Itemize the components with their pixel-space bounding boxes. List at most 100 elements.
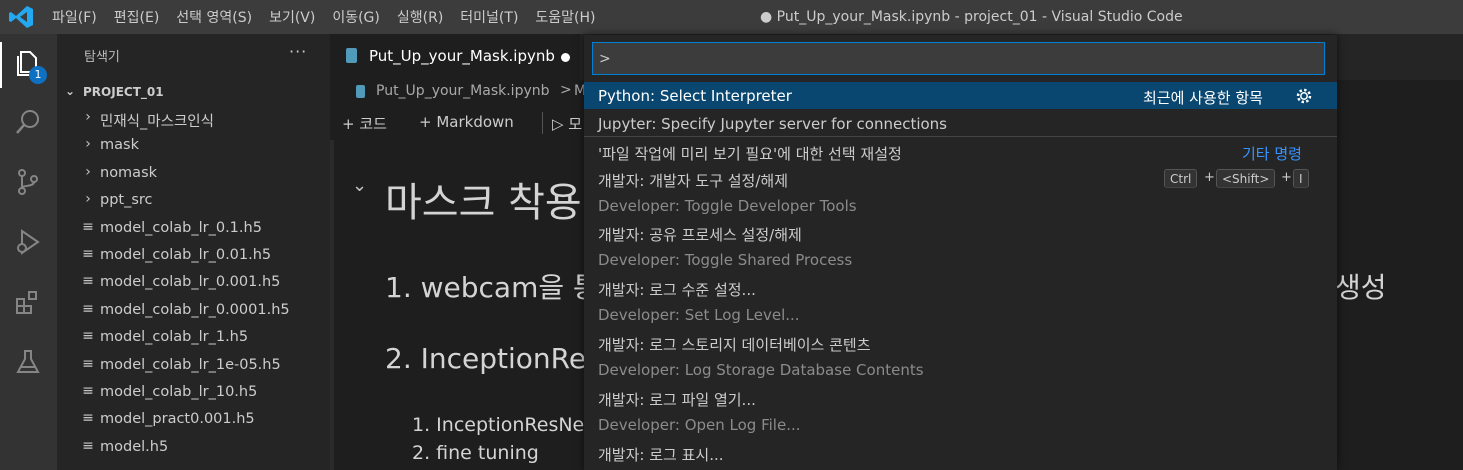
command-item[interactable]: Python: Select Interpreter 최근에 사용한 항목 [584,82,1337,109]
explorer-sidebar: 탐색기 ··· ⌄ PROJECT_01 › 민재식_마스크인식 › mask › nom… [57,34,330,470]
gear-icon[interactable] [1294,86,1314,106]
tree-folder[interactable]: › mask [57,133,330,159]
project-section-header[interactable]: ⌄ PROJECT_01 [57,82,330,104]
markdown-heading-2a: 1. webcam을 통 [385,271,599,304]
menu-selection[interactable]: 선택 영역(S) [176,7,252,27]
command-group-divider [584,136,1337,137]
tree-file[interactable]: ≡ model_colab_lr_0.1.h5 [57,216,330,242]
window-title: ● Put_Up_your_Mask.ipynb - project_01 - … [760,9,1183,25]
notebook-file-icon [356,85,365,98]
markdown-heading-2a-tail: 생성 [1335,271,1387,304]
file-lines-icon: ≡ [82,273,94,290]
tree-item-label: nomask [100,164,158,181]
menu-edit[interactable]: 편집(E) [114,7,160,27]
file-lines-icon: ≡ [82,355,94,372]
explorer-title: 탐색기 [84,50,120,65]
run-debug-icon[interactable] [10,224,46,260]
tab-label: Put_Up_your_Mask.ipynb [369,47,555,65]
file-lines-icon: ≡ [82,437,94,454]
command-item[interactable]: Developer: Toggle Shared Process [584,246,1337,273]
source-control-icon[interactable] [10,164,46,200]
command-item[interactable]: 개발자: 공유 프로세스 설정/해제 [584,219,1337,246]
menu-go[interactable]: 이동(G) [332,7,380,27]
command-palette-input[interactable] [592,42,1325,75]
command-alias-label: Developer: Toggle Developer Tools [598,197,857,215]
tree-item-label: model_colab_lr_0.0001.h5 [100,301,290,318]
command-item[interactable]: Jupyter: Specify Jupyter server for conn… [584,110,1337,137]
tree-folder[interactable]: › nomask [57,161,330,187]
tree-item-label: model.h5 [100,438,169,455]
tree-file[interactable]: ≡ model_colab_lr_1.h5 [57,325,330,351]
tree-file[interactable]: ≡ model_colab_lr_0.0001.h5 [57,298,330,324]
tree-file[interactable]: ≡ model_colab_lr_1e-05.h5 [57,353,330,379]
menu-file[interactable]: 파일(F) [52,7,97,27]
markdown-list-item-2: 2. fine tuning [412,442,539,464]
command-label: 개발자: 로그 파일 열기... [598,391,756,409]
explorer-badge: 1 [29,66,47,84]
command-item[interactable]: Developer: Open Log File... [584,411,1337,438]
chevron-right-icon: › [85,136,91,153]
breadcrumb-separator: > [560,82,572,98]
command-alias-label: Developer: Set Log Level... [598,306,800,324]
tree-folder[interactable]: › ppt_src [57,188,330,214]
chevron-right-icon: › [85,109,91,125]
title-bar: 파일(F) 편집(E) 선택 영역(S) 보기(V) 이동(G) 실행(R) 터… [0,0,1463,34]
keybinding-plus: + [1281,170,1292,185]
tree-item-label: model_colab_lr_1.h5 [100,329,249,346]
file-lines-icon: ≡ [82,218,94,235]
add-code-cell-button[interactable]: + 코드 [342,113,387,134]
chevron-down-icon: ⌄ [65,84,76,98]
tree-item-label: model_colab_lr_0.01.h5 [100,247,272,263]
project-name: PROJECT_01 [83,85,164,99]
add-markdown-cell-button[interactable]: + Markdown [419,113,514,131]
tree-file[interactable]: ≡ model_pract0.001.h5 [57,407,330,433]
tree-item-label: model_colab_lr_10.h5 [100,384,258,400]
collapse-chevron-icon[interactable]: ⌄ [352,175,367,196]
command-item[interactable]: 개발자: 로그 파일 열기... [584,384,1337,411]
tab-notebook[interactable]: Put_Up_your_Mask.ipynb [330,34,580,80]
chevron-right-icon: › [85,191,91,208]
keybinding-key: I [1293,169,1309,188]
command-label: 개발자: 로그 수준 설정... [598,281,756,299]
tree-item-label: ppt_src [100,192,153,209]
tree-file[interactable]: ≡ model_colab_lr_0.01.h5 [57,243,330,269]
command-item[interactable]: Developer: Set Log Level... [584,301,1337,328]
command-item[interactable]: 개발자: 로그 표시... [584,439,1337,466]
active-indicator [0,42,2,88]
command-label: Jupyter: Specify Jupyter server for conn… [598,115,947,133]
file-lines-icon: ≡ [82,246,94,262]
file-lines-icon: ≡ [82,300,94,317]
tree-file[interactable]: ≡ model.h5 [57,435,330,461]
file-lines-icon: ≡ [82,383,94,399]
command-label: '파일 작업에 미리 보기 필요'에 대한 선택 재설정 [598,145,902,163]
markdown-list-item-1: 1. InceptionResNet [412,414,592,436]
search-icon[interactable] [10,104,46,140]
command-item[interactable]: '파일 작업에 미리 보기 필요'에 대한 선택 재설정 기타 명령 [584,138,1337,165]
menu-run[interactable]: 실행(R) [397,7,443,27]
command-label: 개발자: 로그 표시... [598,446,724,464]
command-item[interactable]: Developer: Log Storage Database Contents [584,356,1337,383]
menu-help[interactable]: 도움말(H) [535,7,595,27]
testing-icon[interactable] [10,344,46,380]
command-item[interactable]: 개발자: 로그 수준 설정... [584,274,1337,301]
menu-view[interactable]: 보기(V) [269,7,315,27]
unsaved-dot-icon[interactable] [561,53,570,62]
menu-terminal[interactable]: 터미널(T) [460,7,518,27]
command-item[interactable]: 개발자: 개발자 도구 설정/해제 Ctrl + <Shift> + I [584,165,1337,192]
breadcrumb-file[interactable]: Put_Up_your_Mask.ipynb [376,83,550,99]
tree-folder[interactable]: › 민재식_마스크인식 [57,106,330,132]
chevron-right-icon: › [85,163,91,180]
file-lines-icon: ≡ [82,410,94,427]
tree-file[interactable]: ≡ model_colab_lr_10.h5 [57,380,330,406]
tree-item-label: 민재식_마스크인식 [100,114,214,130]
command-item[interactable]: Developer: Toggle Developer Tools [584,192,1337,219]
extensions-icon[interactable] [10,284,46,320]
tree-file[interactable]: ≡ model_colab_lr_0.001.h5 [57,270,330,296]
other-commands-link[interactable]: 기타 명령 [1242,143,1302,164]
command-label: 개발자: 공유 프로세스 설정/해제 [598,226,802,244]
run-all-button[interactable]: ▷ 모 [552,113,582,134]
tree-item-label: mask [100,137,139,154]
command-alias-label: Developer: Toggle Shared Process [598,251,853,269]
more-actions-button[interactable]: ··· [289,42,307,61]
command-item[interactable]: 개발자: 로그 스토리지 데이터베이스 콘텐츠 [584,329,1337,356]
